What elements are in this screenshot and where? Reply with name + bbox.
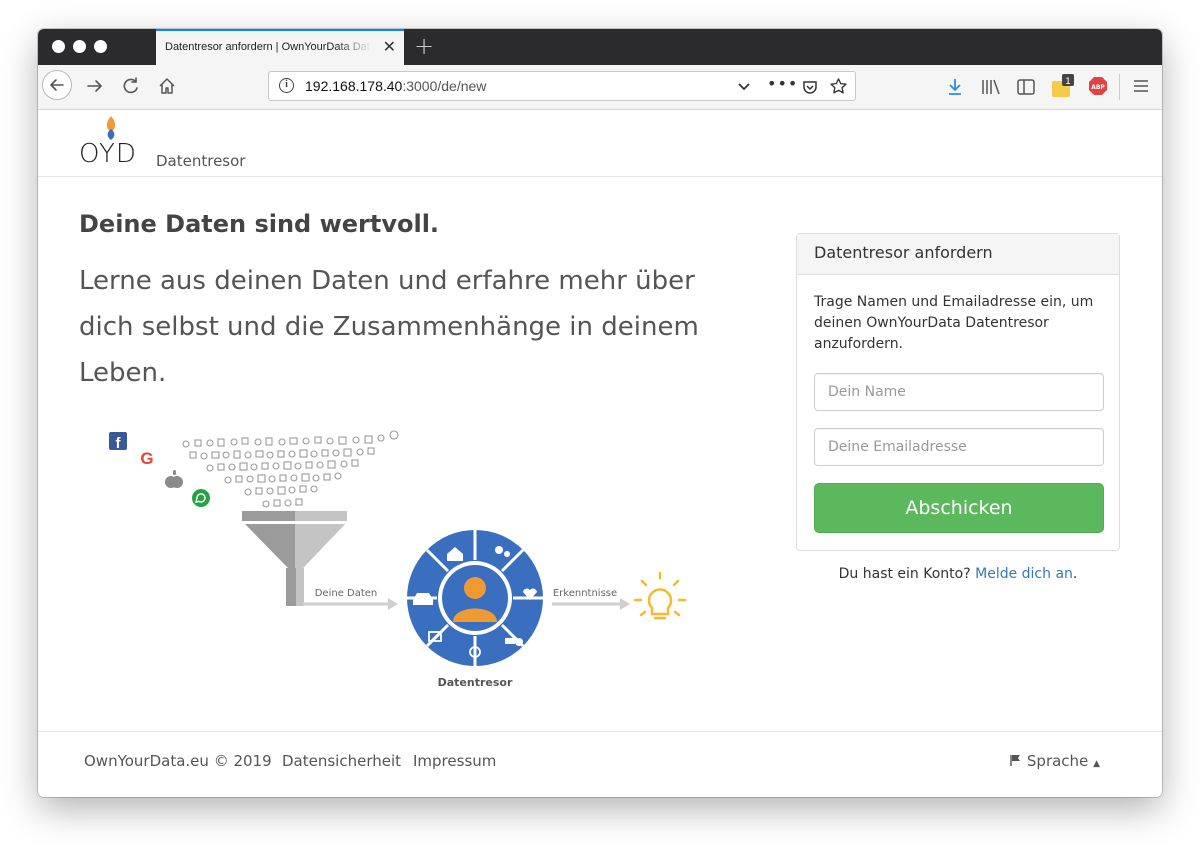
home-icon[interactable] (156, 75, 178, 97)
info-icon[interactable]: i (279, 78, 294, 93)
url-bar[interactable]: i 192.168.178.40:3000/de/new ••• (268, 71, 856, 101)
forward-icon[interactable] (84, 75, 106, 97)
svg-text:1: 1 (1065, 77, 1071, 87)
label-deine-daten: Deine Daten (315, 588, 378, 599)
minimize-window-button[interactable] (73, 40, 86, 53)
site-header: OYD Datentresor (38, 110, 1162, 177)
whatsapp-icon (192, 489, 210, 507)
name-input[interactable] (814, 373, 1104, 411)
imprint-link[interactable]: Impressum (413, 752, 496, 770)
app-icons-cloud (182, 430, 399, 520)
bookmark-star-icon[interactable] (829, 77, 848, 96)
page-title: Deine Daten sind wertvoll. (79, 210, 440, 238)
flame-icon (106, 116, 116, 140)
caret-up-icon: ▲ (1093, 759, 1100, 769)
submit-button[interactable]: Abschicken (814, 483, 1104, 533)
reload-icon[interactable] (120, 75, 142, 97)
copyright-link[interactable]: OwnYourData.eu © 2019 (84, 752, 272, 770)
tab-bar: Datentresor anfordern | OwnYourData Date… (38, 29, 1162, 65)
request-panel: Datentresor anfordern Trage Namen und Em… (796, 233, 1120, 551)
brand-label[interactable]: Datentresor (156, 152, 245, 170)
language-dropdown[interactable]: Sprache ▲ (1010, 752, 1100, 770)
url-text[interactable]: 192.168.178.40:3000/de/new (305, 78, 486, 94)
privacy-link[interactable]: Datensicherheit (282, 752, 401, 770)
new-tab-icon[interactable]: + (414, 32, 434, 60)
close-tab-icon[interactable]: ✕ (383, 38, 396, 56)
apple-icon (165, 470, 183, 488)
lightbulb-icon (633, 571, 687, 620)
sidebar-icon[interactable] (1016, 77, 1036, 97)
browser-window: Datentresor anfordern | OwnYourData Date… (38, 29, 1162, 797)
people-segment-icon (495, 546, 503, 554)
money-segment-icon (505, 638, 515, 644)
extension-notes-icon[interactable]: 1 (1050, 73, 1078, 99)
close-window-button[interactable] (52, 40, 65, 53)
tab-active[interactable]: Datentresor anfordern | OwnYourData Date… (156, 29, 404, 65)
flag-icon (1010, 755, 1021, 766)
panel-description: Trage Namen und Emailadresse ein, um dei… (814, 294, 1094, 352)
language-label: Sprache (1026, 752, 1089, 770)
panel-body: Trage Namen und Emailadresse ein, um dei… (797, 275, 1119, 533)
panel-title: Datentresor anfordern (797, 234, 1119, 275)
maximize-window-button[interactable] (94, 40, 107, 53)
vault-wheel (407, 530, 543, 666)
email-input[interactable] (814, 428, 1104, 466)
library-icon[interactable] (980, 77, 1002, 97)
download-icon[interactable] (946, 77, 964, 97)
label-datentresor: Datentresor (438, 676, 513, 689)
logo-text[interactable]: OYD (79, 139, 137, 169)
adblock-icon[interactable]: ABP (1088, 76, 1108, 96)
nav-bar: i 192.168.178.40:3000/de/new ••• 1 ABP (38, 65, 1162, 110)
chevron-down-icon[interactable] (737, 80, 751, 94)
svg-text:ABP: ABP (1091, 84, 1105, 91)
back-arrow-icon (50, 79, 64, 91)
more-actions-icon[interactable]: ••• (767, 74, 798, 93)
data-funnel-illustration: f G Deine Daten Datentresor Erkenntnisse (109, 430, 687, 689)
login-hint: Du hast ein Konto? Melde dich an. (838, 566, 1078, 582)
google-icon: G (140, 449, 153, 468)
pocket-icon[interactable] (801, 78, 819, 96)
car-segment-icon (413, 593, 433, 605)
lead-text: Lerne aus deinen Daten und erfahre mehr … (79, 266, 699, 388)
back-button[interactable] (42, 70, 72, 100)
menu-icon[interactable] (1132, 78, 1150, 94)
login-question: Du hast ein Konto? (838, 566, 971, 582)
site-footer: OwnYourData.eu © 2019 Datensicherheit Im… (38, 731, 1162, 797)
label-erkenntnisse: Erkenntnisse (553, 588, 617, 599)
login-link[interactable]: Melde dich an (975, 566, 1073, 582)
page-content: OYD Datentresor Deine Daten sind wertvol… (38, 110, 1162, 797)
